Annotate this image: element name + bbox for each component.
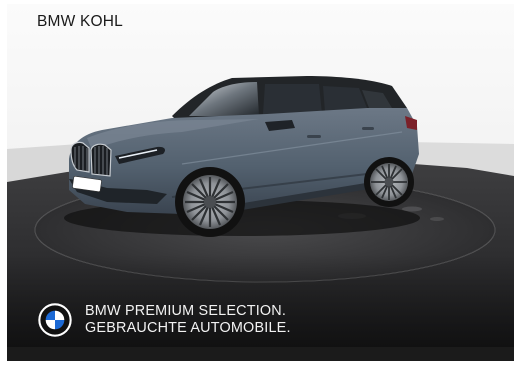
dealer-name: BMW KOHL	[37, 13, 123, 30]
tagline-line-2: GEBRAUCHTE AUTOMOBILE.	[85, 319, 291, 336]
bmw-roundel-icon	[38, 303, 72, 337]
tagline-line-1: BMW PREMIUM SELECTION.	[85, 303, 287, 319]
brand-tagline: BMW PREMIUM SELECTION. GEBRAUCHTE AUTOMO…	[85, 303, 291, 337]
bottom-bar	[7, 347, 514, 361]
listing-photo[interactable]: BMW KOHL BMW PREMIUM SELECTION. GEBRAUCH…	[7, 4, 514, 361]
